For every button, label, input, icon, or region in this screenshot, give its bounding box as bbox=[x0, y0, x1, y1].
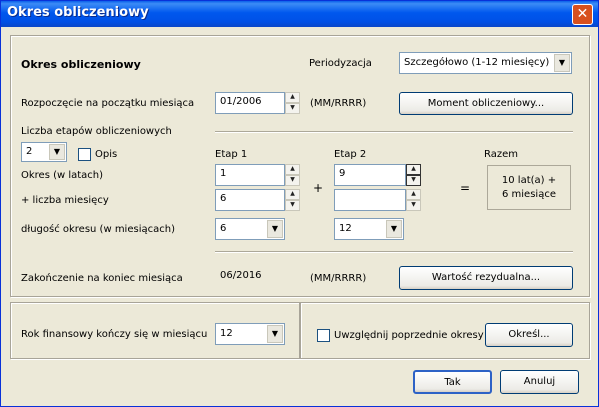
equals-sign: = bbox=[460, 181, 471, 195]
stage2-header: Etap 2 bbox=[334, 149, 367, 160]
total-header: Razem bbox=[484, 149, 518, 160]
stage2-years-spinner[interactable]: ▲ ▼ bbox=[406, 164, 421, 186]
stage2-months-input[interactable] bbox=[334, 189, 406, 211]
chevron-down-icon[interactable]: ▼ bbox=[554, 54, 570, 72]
residual-button[interactable]: Wartość rezydualna... bbox=[399, 266, 573, 290]
chevron-down-icon[interactable]: ▼ bbox=[267, 325, 283, 343]
stage1-length-value: 6 bbox=[220, 223, 227, 234]
spin-up-icon[interactable]: ▲ bbox=[406, 189, 421, 200]
chevron-down-icon[interactable]: ▼ bbox=[49, 144, 65, 160]
opis-label: Opis bbox=[95, 149, 118, 160]
spin-down-icon[interactable]: ▼ bbox=[406, 175, 421, 186]
period-years-label: Okres (w latach) bbox=[21, 170, 104, 181]
cancel-button[interactable]: Anuluj bbox=[500, 370, 579, 394]
close-button[interactable]: ✕ bbox=[572, 4, 593, 25]
chevron-down-icon[interactable]: ▼ bbox=[267, 220, 283, 238]
ok-button[interactable]: Tak bbox=[413, 370, 492, 394]
title-bar[interactable]: Okres obliczeniowy ✕ bbox=[1, 1, 598, 27]
plus-sign: + bbox=[313, 181, 324, 195]
stage2-years-input[interactable]: 9 bbox=[334, 164, 406, 186]
spin-down-icon[interactable]: ▼ bbox=[285, 175, 300, 186]
period-length-label: długość okresu (w miesiącach) bbox=[21, 224, 175, 235]
previous-periods-checkbox[interactable] bbox=[317, 329, 330, 342]
end-format-label: (MM/RRRR) bbox=[310, 273, 367, 284]
periodization-value: Szczegółowo (1-12 miesięcy) bbox=[404, 57, 550, 68]
stages-count-value: 2 bbox=[26, 146, 33, 157]
total-line2: 6 miesiące bbox=[502, 189, 556, 200]
spin-up-icon[interactable]: ▲ bbox=[406, 164, 421, 175]
chevron-down-icon[interactable]: ▼ bbox=[386, 220, 402, 238]
end-date-field: 06/2016 bbox=[215, 266, 285, 288]
start-date-input[interactable]: 01/2006 bbox=[215, 92, 285, 114]
spin-up-icon[interactable]: ▲ bbox=[285, 164, 300, 175]
close-icon: ✕ bbox=[576, 6, 589, 22]
define-button[interactable]: Określ... bbox=[485, 323, 573, 347]
stages-count-select[interactable]: 2 ▼ bbox=[21, 142, 67, 162]
total-line1: 10 lat(a) + bbox=[501, 175, 557, 186]
stage1-header: Etap 1 bbox=[215, 149, 248, 160]
stage2-length-value: 12 bbox=[339, 223, 352, 234]
stage1-years-input[interactable]: 1 bbox=[215, 164, 285, 186]
moment-button[interactable]: Moment obliczeniowy... bbox=[399, 92, 573, 115]
spin-down-icon[interactable]: ▼ bbox=[285, 103, 300, 114]
stage1-months-spinner[interactable]: ▲ ▼ bbox=[285, 189, 300, 211]
periodization-label: Periodyzacja bbox=[309, 58, 372, 69]
previous-periods-label: Uwzględnij poprzednie okresy bbox=[334, 330, 484, 341]
window-title: Okres obliczeniowy bbox=[7, 5, 149, 20]
spin-down-icon[interactable]: ▼ bbox=[285, 200, 300, 211]
stage1-length-select[interactable]: 6 ▼ bbox=[215, 218, 285, 240]
stage1-years-spinner[interactable]: ▲ ▼ bbox=[285, 164, 300, 186]
start-date-spinner[interactable]: ▲ ▼ bbox=[285, 92, 300, 114]
stage2-length-select[interactable]: 12 ▼ bbox=[334, 218, 404, 240]
end-label: Zakończenie na koniec miesiąca bbox=[21, 273, 183, 284]
months-count-label: + liczba miesięcy bbox=[21, 195, 109, 206]
total-box: 10 lat(a) + 6 miesiące bbox=[487, 165, 571, 210]
section-title: Okres obliczeniowy bbox=[21, 58, 141, 71]
fiscal-month-value: 12 bbox=[220, 328, 233, 339]
start-label: Rozpoczęcie na początku miesiąca bbox=[21, 98, 195, 109]
fiscal-month-select[interactable]: 12 ▼ bbox=[215, 323, 285, 345]
fiscal-label: Rok finansowy kończy się w miesiącu bbox=[21, 329, 208, 340]
periodization-select[interactable]: Szczegółowo (1-12 miesięcy) ▼ bbox=[399, 52, 572, 74]
stage2-months-spinner[interactable]: ▲ ▼ bbox=[406, 189, 421, 211]
spin-up-icon[interactable]: ▲ bbox=[285, 92, 300, 103]
spin-down-icon[interactable]: ▼ bbox=[406, 200, 421, 211]
divider bbox=[215, 131, 573, 133]
stages-count-label: Liczba etapów obliczeniowych bbox=[21, 126, 172, 137]
stage1-months-input[interactable]: 6 bbox=[215, 189, 285, 211]
spin-up-icon[interactable]: ▲ bbox=[285, 189, 300, 200]
opis-checkbox[interactable] bbox=[78, 148, 91, 161]
start-format-label: (MM/RRRR) bbox=[310, 98, 367, 109]
divider bbox=[215, 251, 573, 253]
dialog-window: Okres obliczeniowy ✕ Okres obliczeniowy … bbox=[0, 0, 599, 407]
